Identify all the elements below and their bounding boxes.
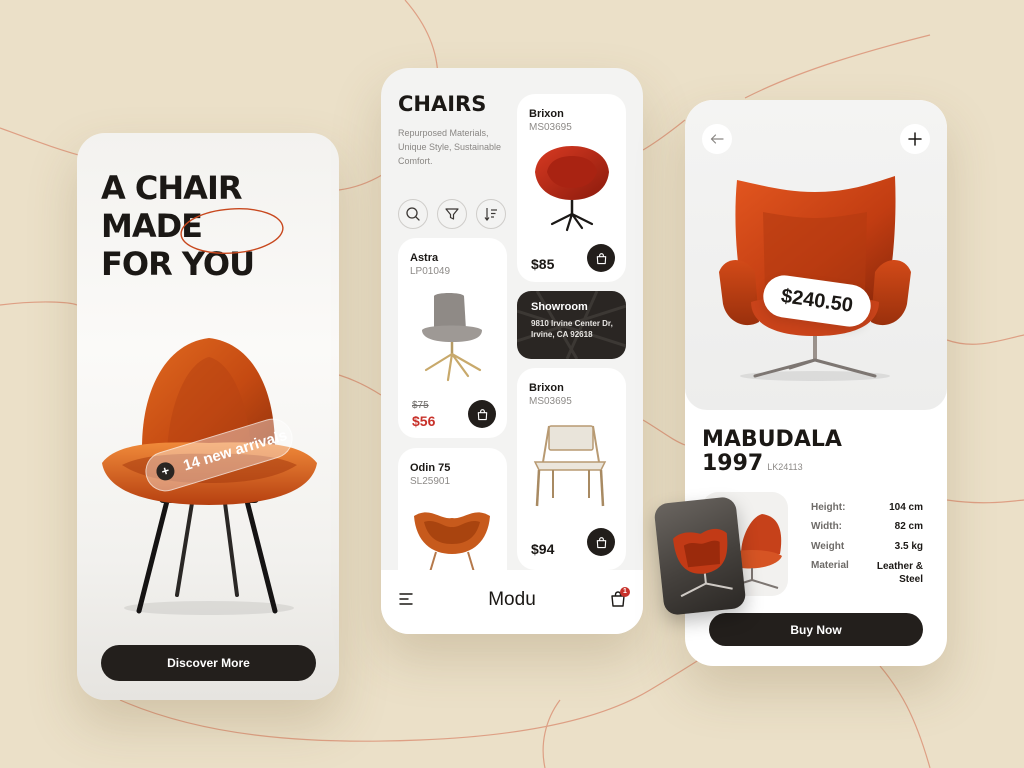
shopping-bag-icon	[596, 536, 606, 548]
product-code: MS03695	[529, 396, 572, 407]
spec-weight-label: Weight	[811, 541, 845, 552]
bottom-nav-bar: Modu 1	[381, 570, 643, 634]
add-button[interactable]	[900, 124, 930, 154]
product-sale-price: $56	[412, 413, 436, 429]
product-name: MABUDALA	[702, 427, 842, 452]
product-price: $94	[531, 541, 555, 557]
product-year: 1997	[702, 451, 764, 476]
spec-width-value: 82 cm	[894, 521, 923, 532]
product-code: MS03695	[529, 122, 572, 133]
headline-line-1: A CHAIR	[101, 169, 242, 207]
chair-thumbnail-image	[673, 528, 733, 598]
add-to-bag-button[interactable]	[587, 528, 615, 556]
spec-weight-value: 3.5 kg	[894, 541, 923, 552]
wingback-chair-image	[719, 176, 911, 381]
product-card-brixon-wood[interactable]: Brixon MS03695 $94	[517, 368, 626, 570]
product-name: Astra	[410, 252, 439, 264]
search-button[interactable]	[398, 199, 428, 229]
arrow-left-icon	[710, 134, 724, 144]
spec-material-label: Material	[811, 560, 849, 571]
product-card-brixon-red[interactable]: Brixon MS03695 $85	[517, 94, 626, 282]
red-shell-chair-image	[535, 146, 609, 232]
catalog-description: Repurposed Materials, Unique Style, Sust…	[398, 128, 502, 166]
orange-shell-chair-image	[414, 512, 490, 572]
product-hero: $240.50	[685, 100, 947, 410]
hero-screen: A CHAIR MADE FOR YOU + 14 new arrivals D…	[77, 133, 339, 700]
spec-height-label: Height:	[811, 502, 846, 513]
back-button[interactable]	[702, 124, 732, 154]
product-old-price: $75	[412, 400, 429, 411]
cart-count-badge: 1	[620, 587, 630, 597]
product-title: MABUDALA 1997 LK24113	[702, 428, 842, 479]
shopping-bag-icon	[596, 252, 606, 264]
discover-more-button[interactable]: Discover More	[101, 645, 316, 681]
product-code: LP01049	[410, 266, 451, 277]
spec-width-label: Width:	[811, 521, 843, 532]
search-icon	[406, 207, 420, 221]
add-to-bag-button[interactable]	[587, 244, 615, 272]
product-name: Brixon	[529, 382, 564, 394]
showroom-address: 9810 Irvine Center Dr, Irvine, CA 92618	[531, 319, 613, 339]
buy-now-button[interactable]: Buy Now	[709, 613, 923, 646]
catalog-screen: CHAIRS Repurposed Materials, Unique Styl…	[381, 68, 643, 634]
shopping-bag-icon	[477, 408, 487, 420]
filter-icon	[445, 208, 459, 220]
sort-button[interactable]	[476, 199, 506, 229]
plus-icon	[908, 132, 922, 146]
spec-height-value: 104 cm	[889, 502, 923, 513]
you-circle-scribble	[180, 208, 284, 254]
product-thumbnail-dark[interactable]	[653, 496, 747, 616]
product-name: Brixon	[529, 108, 564, 120]
spec-material-value: Leather & Steel	[876, 561, 923, 585]
showroom-title: Showroom	[531, 301, 588, 313]
brand-logo: Modu	[488, 589, 536, 610]
product-price: $85	[531, 256, 555, 272]
grey-office-chair-image	[422, 293, 482, 382]
plus-icon: +	[154, 460, 177, 483]
catalog-title: CHAIRS	[398, 92, 487, 116]
add-to-bag-button[interactable]	[468, 400, 496, 428]
product-code: SL25901	[410, 476, 451, 487]
sort-icon	[484, 208, 497, 221]
wooden-chair-image	[533, 425, 607, 507]
product-code: LK24113	[767, 462, 803, 472]
showroom-card[interactable]: Showroom 9810 Irvine Center Dr, Irvine, …	[517, 291, 626, 359]
product-card-odin[interactable]: Odin 75 SL25901	[398, 448, 507, 588]
product-name: Odin 75	[410, 462, 451, 474]
product-card-astra[interactable]: Astra LP01049 $75 $56	[398, 238, 507, 438]
filter-button[interactable]	[437, 199, 467, 229]
